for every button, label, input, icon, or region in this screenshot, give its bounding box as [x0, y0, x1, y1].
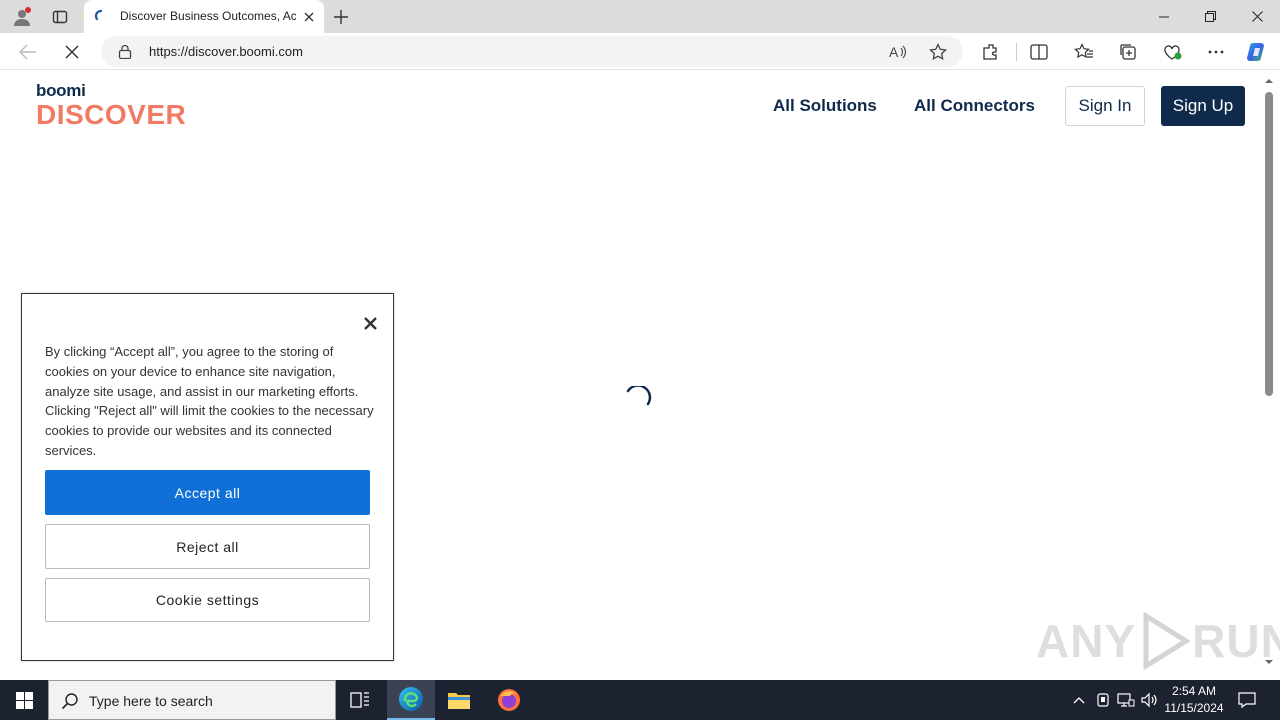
collections-icon[interactable] — [1116, 40, 1140, 64]
address-bar[interactable]: https://discover.boomi.com A — [101, 36, 963, 67]
sign-in-button[interactable]: Sign In — [1065, 86, 1145, 126]
extensions-icon[interactable] — [979, 40, 1003, 64]
search-placeholder-text: Type here to search — [89, 693, 213, 709]
minimize-icon[interactable] — [1141, 0, 1187, 33]
svg-text:A: A — [889, 44, 899, 60]
taskbar-edge-app[interactable] — [387, 680, 435, 720]
loading-spinner-icon — [626, 386, 652, 406]
taskbar-clock[interactable]: 2:54 AM 11/15/2024 — [1162, 683, 1226, 717]
restore-icon[interactable] — [1187, 0, 1233, 33]
task-view-icon[interactable] — [336, 680, 384, 720]
file-explorer-icon[interactable] — [435, 680, 483, 720]
toolbar-divider — [1016, 43, 1017, 61]
url-text[interactable]: https://discover.boomi.com — [149, 44, 303, 59]
clock-date: 11/15/2024 — [1164, 701, 1224, 715]
nav-all-connectors[interactable]: All Connectors — [914, 96, 1035, 116]
more-options-icon[interactable] — [1204, 40, 1228, 64]
favorite-star-icon[interactable] — [927, 41, 949, 63]
tab-title: Discover Business Outcomes, Accelerators — [120, 9, 296, 23]
start-windows-icon[interactable] — [0, 680, 48, 720]
active-tab[interactable]: Discover Business Outcomes, Accelerators — [84, 0, 324, 33]
back-arrow-icon[interactable] — [16, 40, 40, 64]
tray-device-icon[interactable] — [1094, 691, 1112, 709]
cookie-close-icon[interactable] — [359, 312, 381, 334]
copilot-icon[interactable] — [1245, 40, 1269, 64]
lock-icon[interactable] — [118, 44, 132, 59]
reject-all-button[interactable]: Reject all — [45, 524, 370, 569]
browser-essentials-icon[interactable] — [1160, 40, 1184, 64]
volume-icon[interactable] — [1141, 691, 1159, 709]
network-icon[interactable] — [1117, 691, 1135, 709]
scrollbar-thumb[interactable] — [1265, 92, 1273, 396]
split-screen-icon[interactable] — [1027, 40, 1051, 64]
watermark-left-text: ANY — [1036, 615, 1137, 667]
scroll-up-arrow-icon[interactable] — [1264, 76, 1274, 86]
cookie-consent-text: By clicking “Accept all”, you agree to t… — [45, 344, 374, 458]
browser-tab-strip: Discover Business Outcomes, Accelerators — [0, 0, 1280, 33]
notification-icon[interactable] — [1236, 689, 1258, 711]
tray-chevron-up-icon[interactable] — [1070, 691, 1088, 709]
edge-browser-icon — [399, 687, 423, 711]
logo-discover-text: DISCOVER — [36, 99, 187, 130]
search-icon — [61, 693, 78, 710]
taskbar-search-box[interactable]: Type here to search — [48, 680, 336, 720]
clock-time: 2:54 AM — [1171, 684, 1217, 698]
sign-up-button[interactable]: Sign Up — [1161, 86, 1245, 126]
read-aloud-icon[interactable]: A — [887, 41, 909, 63]
tab-actions-icon[interactable] — [49, 6, 71, 28]
firefox-icon[interactable] — [485, 680, 533, 720]
watermark-right-text: RUN — [1192, 615, 1280, 667]
anyrun-watermark: ANY RUN — [1036, 612, 1280, 670]
cookie-consent-dialog: By clicking “Accept all”, you agree to t… — [21, 293, 394, 661]
loading-favicon-icon — [94, 9, 103, 21]
play-logo-icon — [1143, 612, 1191, 670]
browser-toolbar: https://discover.boomi.com A — [0, 33, 1280, 70]
windows-taskbar: Type here to search 2:54 AM 11/15/2024 — [0, 680, 1280, 720]
tab-close-icon[interactable] — [300, 8, 318, 26]
profile-icon[interactable] — [11, 6, 33, 28]
new-tab-icon[interactable] — [330, 6, 352, 28]
stop-loading-icon[interactable] — [60, 40, 84, 64]
window-close-icon[interactable] — [1234, 0, 1280, 33]
boomi-discover-logo[interactable]: boomi DISCOVER — [36, 82, 186, 130]
favorites-icon[interactable] — [1072, 40, 1096, 64]
nav-all-solutions[interactable]: All Solutions — [773, 96, 877, 116]
logo-boomi-text: boomi — [36, 81, 86, 100]
cookie-settings-button[interactable]: Cookie settings — [45, 578, 370, 622]
accept-all-button[interactable]: Accept all — [45, 470, 370, 515]
